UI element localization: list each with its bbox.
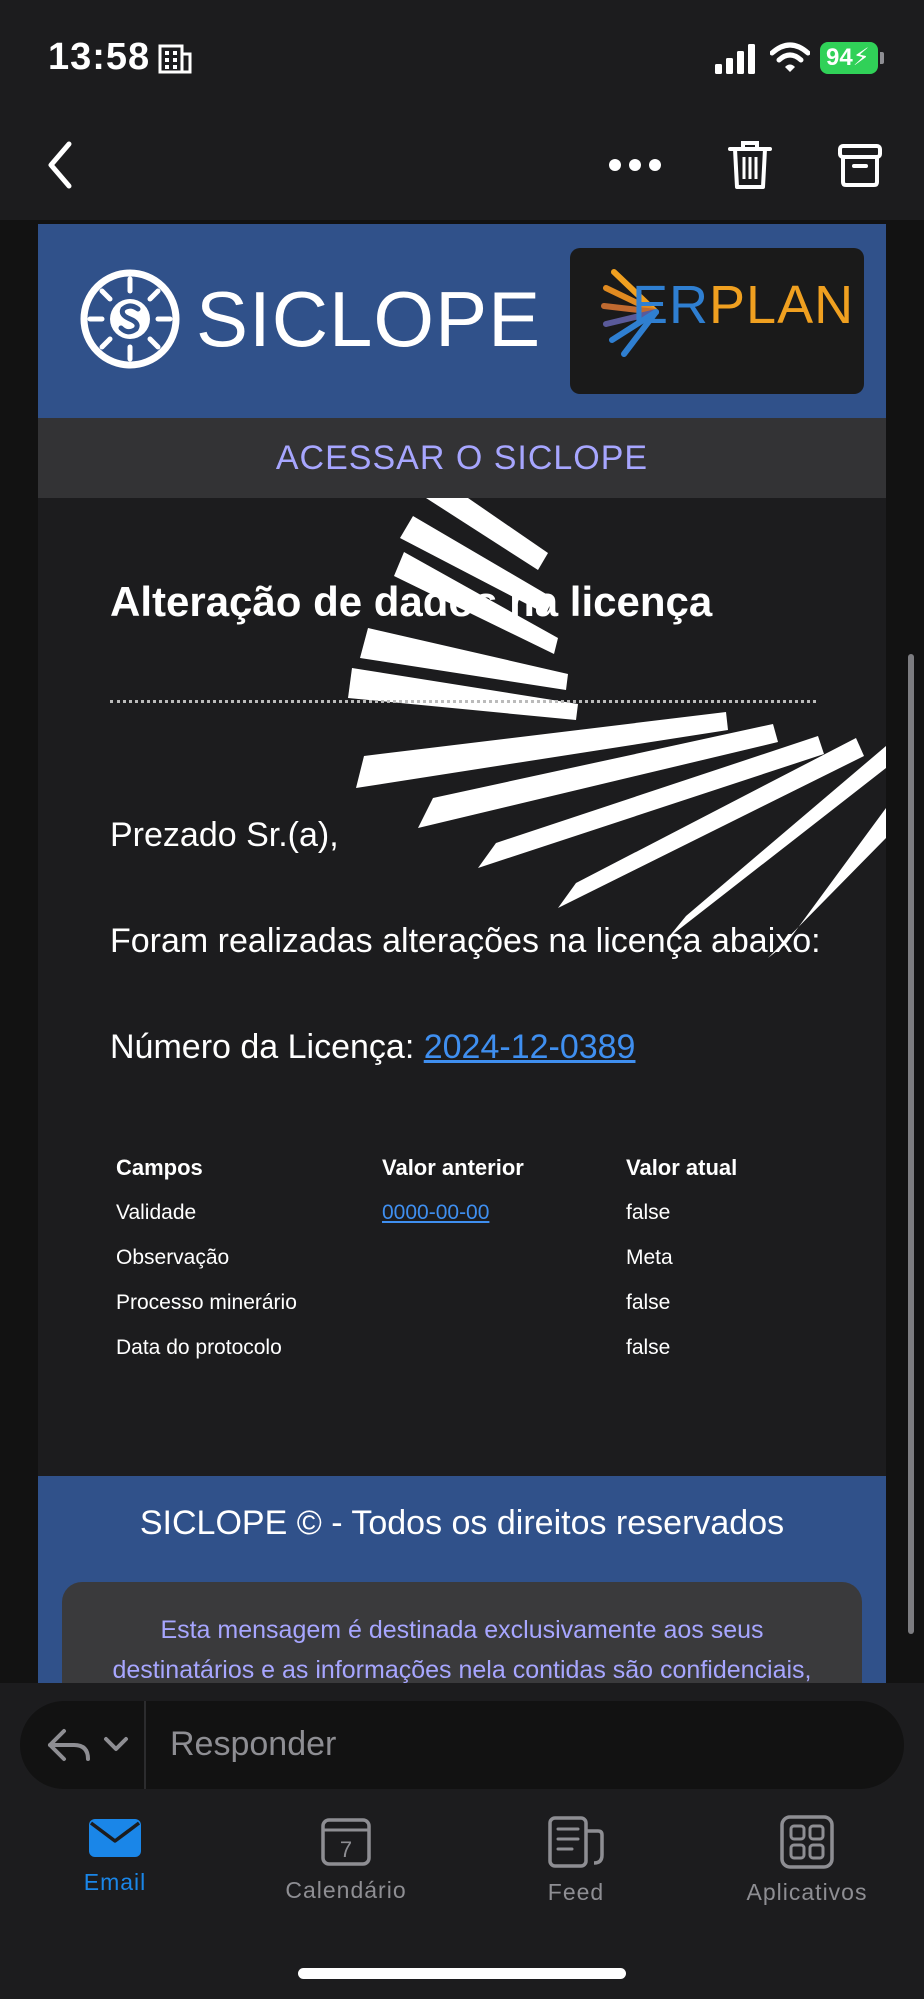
intro-text: Foram realizadas alterações na licença a… <box>110 922 821 960</box>
current-value-cell: false <box>626 1200 671 1224</box>
current-value-cell: Meta <box>626 1245 673 1269</box>
license-line: Número da Licença: 2024-12-0389 <box>110 1028 635 1067</box>
field-name-cell: Validade <box>116 1200 197 1224</box>
field-name-cell: Observação <box>116 1245 230 1269</box>
tab-calendar-label: Calendário <box>285 1877 407 1903</box>
previous-value-link[interactable]: 0000-00-00 <box>382 1201 489 1224</box>
email-subject-heading: Alteração de dados na licença <box>110 578 713 625</box>
previous-value-cell <box>382 1280 626 1325</box>
chevron-left-icon <box>48 141 72 189</box>
column-header-campos: Campos <box>116 1155 203 1180</box>
column-header-valor-atual: Valor atual <box>626 1155 738 1180</box>
table-row: Data do protocolo false <box>116 1325 816 1370</box>
greeting-text: Prezado Sr.(a), <box>110 816 339 854</box>
calendar-icon: 7 <box>321 1818 371 1866</box>
charging-bolt-icon: ⚡ <box>852 44 870 71</box>
access-bar: ACESSAR O SICLOPE <box>38 418 886 498</box>
table-row: Processo minerário false <box>116 1280 816 1325</box>
reply-placeholder[interactable]: Responder <box>170 1725 336 1764</box>
email-footer: SICLOPE © - Todos os direitos reservados… <box>38 1476 886 1683</box>
erplan-logo: ERPLAN <box>570 248 864 394</box>
column-header-valor-anterior: Valor anterior <box>382 1155 524 1180</box>
field-name-cell: Processo minerário <box>116 1290 297 1314</box>
reply-bar: Responder <box>0 1683 924 1791</box>
back-button[interactable] <box>30 130 90 200</box>
archive-button[interactable] <box>825 130 895 200</box>
tab-feed[interactable]: Feed <box>486 1815 666 1925</box>
reply-arrow-icon <box>48 1729 90 1761</box>
tab-email-label: Email <box>83 1869 147 1895</box>
status-bar: 13:58 94⚡ <box>0 0 924 110</box>
more-options-button[interactable] <box>600 135 670 195</box>
table-header-row: Campos Valor anterior Valor atual <box>116 1146 816 1190</box>
erplan-wordmark-er: ER <box>632 275 710 335</box>
calendar-day: 7 <box>340 1837 352 1862</box>
siclope-emblem-icon <box>80 269 180 369</box>
sunburst-watermark <box>348 498 886 958</box>
scrollbar[interactable] <box>908 654 914 1634</box>
notice-line-2: destinatários e as informações nela cont… <box>112 1656 812 1683</box>
building-icon <box>158 44 192 74</box>
home-indicator[interactable] <box>298 1968 626 1979</box>
current-value-cell: false <box>626 1335 671 1359</box>
apps-grid-icon <box>780 1815 834 1869</box>
clock: 13:58 <box>48 36 151 78</box>
battery-indicator: 94⚡ <box>820 42 878 74</box>
reply-field[interactable]: Responder <box>20 1701 904 1789</box>
erplan-wordmark: ERPLAN <box>632 274 854 336</box>
tab-email[interactable]: Email <box>25 1815 205 1925</box>
field-name-cell: Data do protocolo <box>116 1335 282 1359</box>
notice-line-1: Esta mensagem é destinada exclusivamente… <box>160 1616 764 1644</box>
tab-apps[interactable]: Aplicativos <box>717 1815 897 1925</box>
chevron-down-icon <box>104 1737 128 1751</box>
access-siclope-link[interactable]: ACESSAR O SICLOPE <box>276 439 648 478</box>
email-body: SICLOPE ERPLAN ACESSAR O SICLOPE Alteraç… <box>38 224 886 1683</box>
trash-icon <box>728 141 772 189</box>
ellipsis-icon <box>609 159 661 171</box>
envelope-icon <box>89 1819 141 1857</box>
changes-table: Campos Valor anterior Valor atual Valida… <box>116 1146 816 1370</box>
siclope-brand-text: SICLOPE <box>196 274 542 363</box>
mail-toolbar <box>0 110 924 220</box>
archive-icon <box>838 144 882 187</box>
erplan-wordmark-plan: PLAN <box>709 275 855 335</box>
wifi-icon <box>770 42 810 72</box>
bottom-tab-bar: Email 7 Calendário Feed Aplicativos <box>0 1791 924 1999</box>
tab-apps-label: Aplicativos <box>746 1879 868 1905</box>
battery-level: 94 <box>826 44 853 71</box>
current-value-cell: false <box>626 1290 671 1314</box>
table-row: Validade 0000-00-00 false <box>116 1190 816 1235</box>
delete-button[interactable] <box>715 130 785 200</box>
previous-value-cell <box>382 1325 626 1370</box>
battery-cap <box>880 52 884 64</box>
confidentiality-notice: Esta mensagem é destinada exclusivamente… <box>62 1582 862 1683</box>
cellular-signal-icon <box>715 44 755 74</box>
tab-feed-label: Feed <box>547 1879 605 1905</box>
message-body: Alteração de dados na licença Prezado Sr… <box>38 498 886 1476</box>
siclope-logo: SICLOPE <box>78 264 540 374</box>
previous-value-cell <box>382 1235 626 1280</box>
copyright-text: SICLOPE © - Todos os direitos reservados <box>139 1504 785 1542</box>
email-header-banner: SICLOPE ERPLAN <box>38 224 886 418</box>
feed-icon <box>548 1816 604 1868</box>
license-label: Número da Licença: <box>110 1028 415 1066</box>
email-viewport[interactable]: SICLOPE ERPLAN ACESSAR O SICLOPE Alteraç… <box>0 220 924 1683</box>
dotted-divider <box>110 700 816 703</box>
previous-value-cell: 0000-00-00 <box>382 1190 626 1235</box>
table-row: Observação Meta <box>116 1235 816 1280</box>
license-number-link[interactable]: 2024-12-0389 <box>424 1028 636 1066</box>
tab-calendar[interactable]: 7 Calendário <box>256 1815 436 1925</box>
reply-separator <box>144 1701 146 1789</box>
